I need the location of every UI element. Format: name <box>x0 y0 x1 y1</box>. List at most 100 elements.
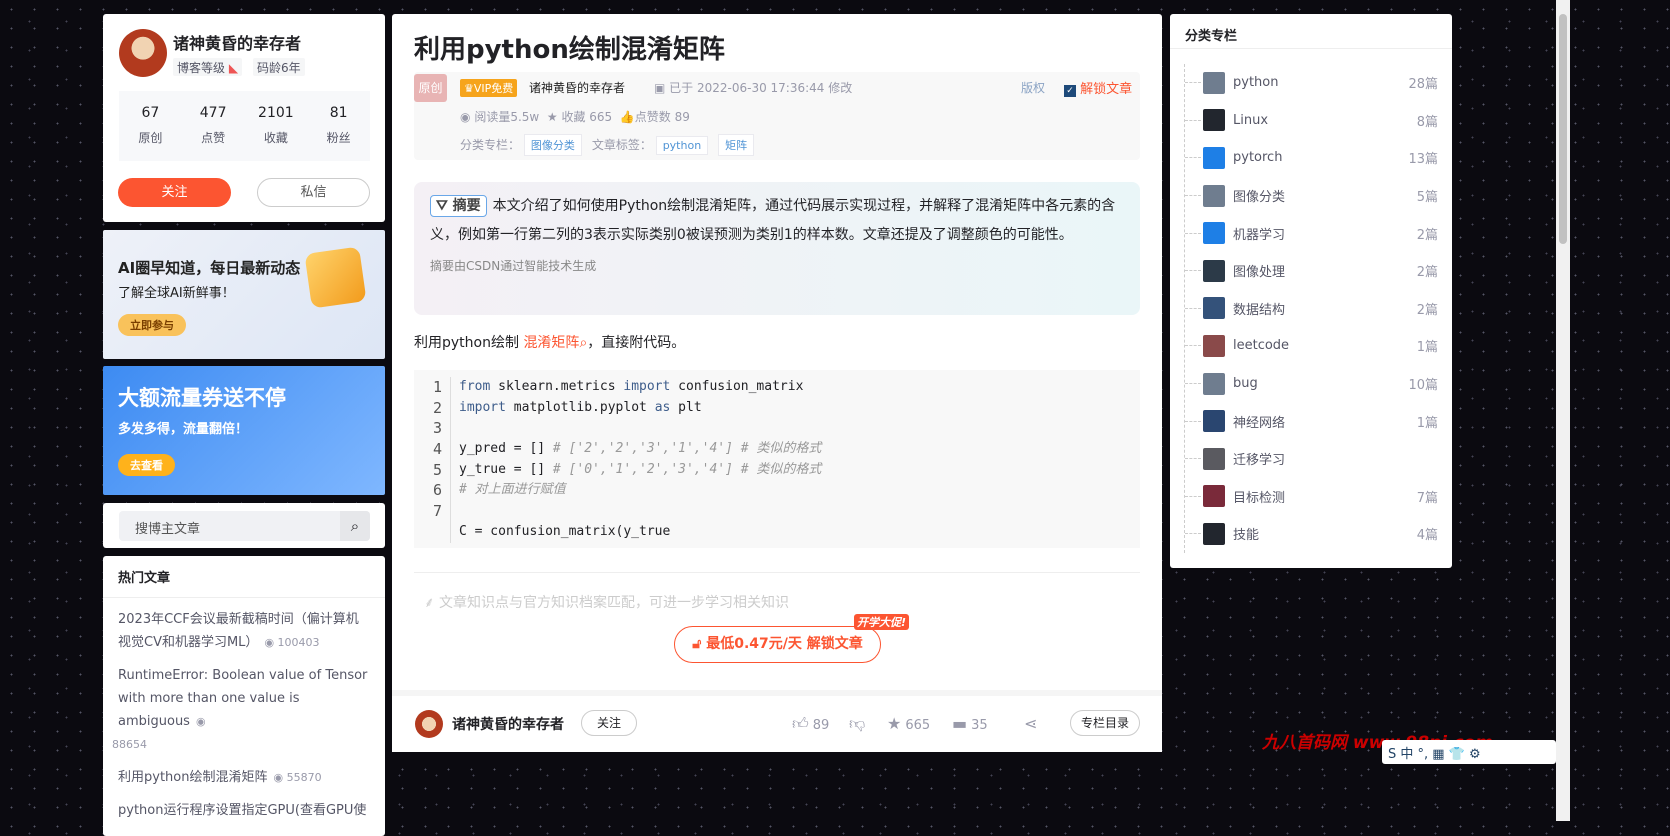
meta-author[interactable]: 诸神黄昏的幸存者 <box>529 79 625 96</box>
copyright-link[interactable]: 版权 <box>1021 79 1045 96</box>
category-thumbnail <box>1203 334 1225 357</box>
crown-icon: ♛ <box>464 82 474 95</box>
hot-article[interactable]: 利用python绘制混淆矩阵 ◉ 55870 <box>103 756 385 789</box>
category-chip[interactable]: 图像分类 <box>523 134 582 156</box>
search-card: 搜博主文章 ⌕ <box>103 503 385 548</box>
comment-button[interactable]: ▬ 35 <box>952 714 988 733</box>
category-item[interactable]: 数据结构 2篇 <box>1185 290 1438 328</box>
category-item[interactable]: python 28篇 <box>1185 64 1438 102</box>
banner-subtitle: 了解全球AI新鲜事！ <box>118 286 235 301</box>
code-line: 6 # 对上面进行赋值 <box>414 480 1140 502</box>
category-item[interactable]: pytorch 13篇 <box>1185 139 1438 177</box>
star-icon: ★ <box>546 110 558 124</box>
stats: 67 原创 477 点赞 2101 收藏 81 粉丝 <box>119 91 370 161</box>
article-title: 利用python绘制混淆矩阵 <box>414 35 725 65</box>
directory-button[interactable]: 专栏目录 <box>1070 710 1140 736</box>
article-toolbar: 诸神黄昏的幸存者 关注 👍︎ 89 👎︎ ★ 665 ▬ 35 ⋖ 专栏目录 <box>392 690 1162 752</box>
stat-original[interactable]: 67 原创 <box>119 91 182 161</box>
share-button[interactable]: ⋖ <box>1024 714 1041 733</box>
category-item[interactable]: leetcode 1篇 <box>1185 327 1438 365</box>
category-item[interactable]: 神经网络 1篇 <box>1185 402 1438 440</box>
category-thumbnail <box>1203 259 1225 282</box>
category-item[interactable]: 图像处理 2篇 <box>1185 252 1438 290</box>
code-line: 3 <box>414 418 1140 440</box>
line-number: 1 <box>414 377 451 398</box>
edit-icon: ▣ <box>654 81 666 95</box>
tag-chip[interactable]: 矩阵 <box>718 134 755 156</box>
category-thumbnail <box>1203 297 1225 320</box>
banner-title: 大额流量券送不停 <box>118 386 286 410</box>
category-item[interactable]: 技能 4篇 <box>1185 515 1438 553</box>
category-item[interactable]: Linux 8篇 <box>1185 102 1438 140</box>
line-number: 5 <box>414 459 451 481</box>
code-age: 码龄6年 <box>253 58 305 76</box>
ai-banner[interactable]: AI圈早知道，每日最新动态 了解全球AI新鲜事！ 立即参与 <box>103 230 385 359</box>
banner-title: AI圈早知道，每日最新动态 <box>118 259 301 277</box>
code-line: 2 import matplotlib.pyplot as plt <box>414 397 1140 419</box>
hot-article[interactable]: python运行程序设置指定GPU(查看GPU使 <box>103 789 385 822</box>
code-line: 4 y_pred = [] # ['2','2','3','1','4'] # 类… <box>414 439 1140 460</box>
code-line: C = confusion_matrix(y_true <box>414 521 1140 543</box>
category-thumbnail <box>1203 184 1225 207</box>
hot-article[interactable]: 2023年CCF会议最新截稿时间（偏计算机视觉CV和机器学习ML） ◉ 10040… <box>103 598 385 654</box>
avatar[interactable] <box>119 29 167 77</box>
category-title: 分类专栏 <box>1170 14 1452 49</box>
stat-fans[interactable]: 81 粉丝 <box>307 91 370 161</box>
level-label: 博客等级 <box>177 61 226 75</box>
knowledge-icon: ⸙ <box>424 595 435 611</box>
category-item[interactable]: 迁移学习 <box>1185 440 1438 478</box>
category-item[interactable]: 机器学习 2篇 <box>1185 214 1438 252</box>
message-button[interactable]: 私信 <box>257 178 370 207</box>
author-name[interactable]: 诸神黄昏的幸存者 <box>452 714 564 734</box>
unlock-link[interactable]: ✓ 解锁文章 <box>1064 78 1132 97</box>
modified-time: ▣ 已于 2022-06-30 17:36:44 修改 <box>654 81 853 95</box>
search-input[interactable]: 搜博主文章 <box>119 511 370 541</box>
ai-summary: ⛛ 摘要 本文介绍了如何使用Python绘制混淆矩阵，通过代码展示实现过程，并解释… <box>414 182 1140 315</box>
dislike-button[interactable]: 👎︎ <box>849 714 869 734</box>
summary-note: 摘要由CSDN通过智能技术生成 <box>430 259 597 273</box>
star-icon: ★ <box>887 714 902 733</box>
category-thumbnail <box>1203 146 1225 169</box>
hot-title: 热门文章 <box>103 556 385 598</box>
category-thumbnail <box>1203 222 1225 245</box>
eye-icon: ◉ <box>264 636 275 649</box>
stat-favorites[interactable]: 2101 收藏 <box>245 91 308 161</box>
views-count: ◉ 100403 <box>264 636 320 649</box>
hot-article[interactable]: RuntimeError: Boolean value of Tensor wi… <box>103 654 385 756</box>
promo-badge: 开学大促! <box>854 614 910 630</box>
knowledge-hint: ⸙ 文章知识点与官方知识档案匹配，可进一步学习相关知识 <box>424 595 789 611</box>
banner-button[interactable]: 立即参与 <box>118 314 186 336</box>
read-stats: ◉ 阅读量5.5w ★ 收藏 665 👍点赞数 89 <box>460 110 690 124</box>
line-number <box>414 521 451 543</box>
scrollbar-thumb[interactable] <box>1559 14 1567 244</box>
profile-card: 诸神黄昏的幸存者 博客等级 ◣ 码龄6年 67 原创 477 点赞 2101 收藏 8… <box>103 14 385 222</box>
search-icon[interactable]: ⌕ <box>340 511 370 541</box>
divider <box>414 572 1140 573</box>
eye-icon: ◉ <box>273 771 284 784</box>
ime-toolbar[interactable]: S 中 °, ▦ 👕 ⚙ <box>1382 740 1556 764</box>
banner-button[interactable]: 去查看 <box>118 454 175 476</box>
traffic-banner[interactable]: 大额流量券送不停 多发多得，流量翻倍！ 去查看 <box>103 366 385 495</box>
author-name[interactable]: 诸神黄昏的幸存者 <box>173 30 301 54</box>
like-button[interactable]: 👍︎ 89 <box>792 714 829 734</box>
category-item[interactable]: 图像分类 5篇 <box>1185 177 1438 215</box>
stat-likes[interactable]: 477 点赞 <box>182 91 245 161</box>
line-number: 4 <box>414 439 451 460</box>
scrollbar[interactable] <box>1556 0 1570 821</box>
blog-level: 博客等级 ◣ <box>173 58 243 76</box>
category-item[interactable]: bug 10篇 <box>1185 365 1438 403</box>
thumb-icon: 👍 <box>619 110 635 124</box>
favorite-button[interactable]: ★ 665 <box>887 714 930 733</box>
follow-button[interactable]: 关注 <box>581 710 637 736</box>
share-icon: ⋖ <box>1024 714 1038 733</box>
keyword-link[interactable]: 混淆矩阵⌕ <box>523 335 587 351</box>
tag-chip[interactable]: python <box>655 136 709 155</box>
thumb-down-icon: 👎︎ <box>849 714 866 733</box>
unlock-button[interactable]: 🔓︎ 最低0.47元/天 解锁文章 <box>674 626 881 663</box>
follow-button[interactable]: 关注 <box>118 178 231 207</box>
category-item[interactable]: 目标检测 7篇 <box>1185 478 1438 516</box>
checkbox-icon: ✓ <box>1064 85 1076 97</box>
avatar[interactable] <box>415 710 443 738</box>
code-block: 1 from sklearn.metrics import confusion_m… <box>414 370 1140 548</box>
original-badge: 原创 <box>414 74 447 102</box>
